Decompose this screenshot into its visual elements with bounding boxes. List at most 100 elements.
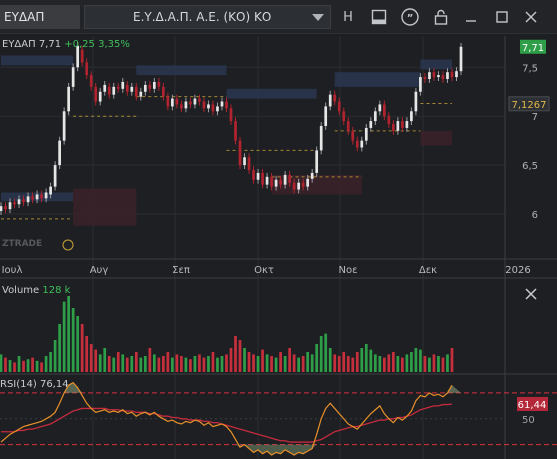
candle-body (288, 174, 291, 183)
candle-body (198, 98, 201, 102)
volume-bar (125, 357, 129, 372)
candle-body (450, 72, 454, 78)
volume-bar (265, 354, 269, 372)
price-zone (136, 65, 227, 76)
volume-bar (152, 354, 156, 372)
candle-body (319, 125, 323, 151)
price-zone (73, 188, 137, 226)
volume-bar (31, 357, 34, 372)
candle-body (274, 179, 278, 187)
volume-bar (297, 357, 300, 372)
lock-icon[interactable] (432, 6, 450, 28)
candle-body (162, 86, 165, 97)
candle-body (346, 121, 350, 131)
quote-icon[interactable]: ” (400, 6, 420, 28)
candle-body (328, 94, 332, 107)
candle-body (130, 86, 134, 92)
volume-bar (49, 352, 52, 372)
volume-bar (319, 336, 323, 372)
price-legend: ΕΥΔΑΠ 7,71 +0,25 3,35% (2, 39, 130, 50)
candle-body (31, 196, 34, 200)
volume-bar (8, 360, 12, 372)
volume-bar (76, 316, 80, 372)
volume-bar (441, 357, 445, 372)
maximize-icon[interactable] (493, 6, 511, 28)
volume-bar (279, 352, 282, 372)
volume-bar (229, 348, 233, 372)
volume-bar (423, 356, 427, 372)
candle-body (419, 77, 422, 92)
volume-bar (247, 352, 251, 372)
candle-body (292, 182, 296, 190)
price-zone (420, 130, 452, 146)
candle-body (80, 49, 84, 63)
price-zone (1, 55, 74, 66)
x-axis-label: Ιουλ (2, 265, 23, 276)
candle-body (94, 86, 98, 102)
volume-bar (220, 356, 224, 372)
volume-bar (355, 352, 359, 372)
candle-body (148, 84, 152, 89)
volume-bar (4, 357, 7, 372)
close-volume-panel-icon[interactable] (524, 287, 538, 301)
volume-bar (157, 357, 161, 372)
instrument-selector[interactable]: Ε.Υ.Δ.Α.Π. Α.Ε. (ΚΟ) ΚΟ (84, 5, 331, 29)
close-icon[interactable] (522, 6, 540, 28)
minimize-icon[interactable] (462, 6, 480, 28)
candle-body (369, 121, 373, 128)
candle-body (364, 127, 368, 141)
candle-body (378, 104, 382, 112)
volume-bar (373, 354, 377, 372)
panel-icon[interactable] (370, 6, 388, 28)
rsi-legend: RSI(14) 76,14 (0, 379, 69, 390)
candle-body (49, 186, 52, 195)
volume-bar (98, 354, 102, 372)
volume-bar (378, 356, 382, 372)
volume-bar (328, 348, 332, 372)
candle-body (40, 194, 43, 199)
candle-body (360, 140, 364, 148)
legend-price: 7,71 (39, 39, 64, 50)
candle-body (8, 202, 12, 210)
volume-bar (166, 352, 170, 372)
volume-bar (44, 356, 48, 372)
volume-bar (234, 336, 237, 372)
volume-bar (360, 348, 364, 372)
candle-body (270, 176, 273, 187)
candle-body (423, 77, 427, 80)
volume-bar (202, 357, 206, 372)
volume-bar (261, 349, 264, 372)
volume-bar (94, 349, 98, 372)
chart-canvas[interactable]: ZTRADE 7,5 7 6,5 6 7,71 7,1267 ΕΥΔΑΠ 7,71 +0,25… (0, 34, 557, 459)
rsi-ma-label: 61,44 (518, 400, 547, 411)
volume-bar (162, 356, 165, 372)
volume-bar (387, 354, 391, 372)
candle-body (175, 98, 179, 105)
candle-body (67, 86, 70, 112)
price-tick-label: 7 (532, 112, 538, 123)
x-axis-label: Νοε (338, 265, 357, 276)
candle-body (265, 176, 269, 185)
volume-bar (351, 357, 355, 372)
candle-body (310, 172, 314, 179)
candle-body (392, 124, 395, 131)
chevron-down-icon[interactable] (312, 14, 324, 21)
price-zone (420, 59, 452, 70)
volume-bar (130, 356, 134, 372)
candle-body (243, 157, 246, 166)
volume-bar (446, 354, 449, 372)
volume-bar (207, 356, 210, 372)
candle-body (134, 86, 138, 97)
candle-body (89, 75, 93, 87)
candle-body (333, 94, 337, 102)
volume-bar (225, 354, 228, 372)
volume-bar (437, 356, 440, 372)
symbol-input[interactable]: ΕΥΔΑΠ (0, 5, 80, 29)
candle-body (306, 178, 310, 187)
h-button[interactable]: H (340, 6, 356, 28)
candle-body (116, 86, 120, 89)
volume-bar (401, 357, 404, 372)
rsi-ma-line (1, 403, 453, 443)
candle-body (125, 84, 129, 92)
volume-bar (392, 352, 395, 372)
